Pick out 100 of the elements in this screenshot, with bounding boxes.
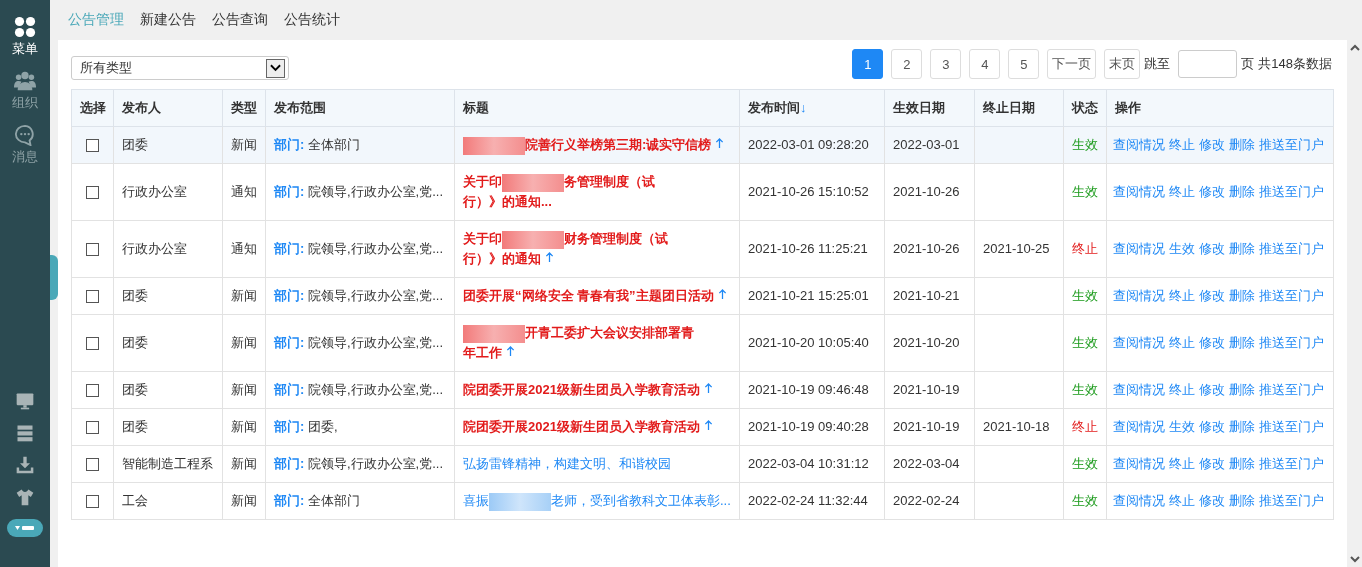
download-icon[interactable] (15, 455, 35, 475)
row-checkbox[interactable] (86, 289, 99, 303)
action-link[interactable]: 查阅情况 (1113, 137, 1165, 152)
action-link[interactable]: 查阅情况 (1113, 456, 1165, 471)
row-checkbox[interactable] (86, 138, 99, 152)
notice-title-link[interactable]: 行）》的通知 (463, 249, 541, 269)
type-select[interactable]: 所有类型 (71, 56, 289, 80)
page-button[interactable]: 2 (891, 49, 923, 79)
notice-title-link[interactable]: 开青工委扩大会议安排部署青 (525, 323, 694, 343)
notice-title-link[interactable]: 关于印 (463, 229, 502, 249)
action-link[interactable]: 修改 (1199, 456, 1225, 471)
action-link[interactable]: 终止 (1169, 493, 1195, 508)
page-button[interactable]: 4 (969, 49, 1001, 79)
tab[interactable]: 新建公告 (140, 11, 196, 29)
action-link[interactable]: 删除 (1229, 288, 1255, 303)
action-link[interactable]: 查阅情况 (1113, 288, 1165, 303)
notice-title-link[interactable]: 关于印 (463, 172, 502, 192)
toggle-pill-icon[interactable] (7, 519, 43, 537)
sidebar-item[interactable]: 消息 (12, 124, 38, 166)
total-count: 共148条数据 (1258, 55, 1332, 73)
action-link[interactable]: 查阅情况 (1113, 241, 1165, 256)
action-link[interactable]: 修改 (1199, 493, 1225, 508)
action-link[interactable]: 推送至门户 (1259, 419, 1324, 434)
publisher-cell: 团委 (122, 419, 148, 434)
action-link[interactable]: 查阅情况 (1113, 184, 1165, 199)
publish-time-cell: 2021-10-19 09:46:48 (748, 382, 869, 397)
page-button[interactable]: 5 (1008, 49, 1040, 79)
sidebar-item[interactable]: 菜单 (12, 16, 38, 58)
notice-title-link[interactable]: 喜振 (463, 491, 489, 511)
action-link[interactable]: 推送至门户 (1259, 493, 1324, 508)
start-date-cell: 2021-10-21 (893, 288, 960, 303)
page-input[interactable] (1178, 50, 1238, 78)
row-checkbox[interactable] (86, 494, 99, 508)
action-link[interactable]: 推送至门户 (1259, 184, 1324, 199)
action-link[interactable]: 修改 (1199, 335, 1225, 350)
action-link[interactable]: 推送至门户 (1259, 335, 1324, 350)
tab[interactable]: 公告查询 (212, 11, 268, 29)
row-checkbox[interactable] (86, 420, 99, 434)
scope-label: 部门: (274, 335, 305, 350)
notice-title-link[interactable]: 老师，受到省教科 (551, 491, 655, 511)
column-header: 生效日期 (893, 100, 945, 115)
caret-icon (270, 64, 281, 72)
scope-cell: 院领导,行政办公室,党... (307, 184, 444, 199)
action-link[interactable]: 终止 (1169, 288, 1195, 303)
shirt-icon[interactable] (15, 487, 35, 507)
monitor-icon[interactable] (15, 391, 35, 411)
notice-title-link[interactable]: 行）》的通知... (463, 192, 552, 212)
row-checkbox[interactable] (86, 336, 99, 350)
row-checkbox[interactable] (86, 457, 99, 471)
action-link[interactable]: 终止 (1169, 335, 1195, 350)
action-link[interactable]: 删除 (1229, 493, 1255, 508)
action-link[interactable]: 删除 (1229, 137, 1255, 152)
action-link[interactable]: 删除 (1229, 419, 1255, 434)
collapse-handle[interactable] (50, 255, 58, 300)
scroll-up-icon[interactable] (1349, 44, 1360, 51)
action-link[interactable]: 推送至门户 (1259, 456, 1324, 471)
action-link[interactable]: 终止 (1169, 137, 1195, 152)
action-link[interactable]: 删除 (1229, 456, 1255, 471)
action-link[interactable]: 修改 (1199, 288, 1225, 303)
action-link[interactable]: 推送至门户 (1259, 241, 1324, 256)
action-link[interactable]: 修改 (1199, 419, 1225, 434)
action-link[interactable]: 修改 (1199, 184, 1225, 199)
action-link[interactable]: 删除 (1229, 335, 1255, 350)
notice-title-link[interactable]: 年工作 (463, 343, 502, 363)
row-checkbox[interactable] (86, 383, 99, 397)
action-link[interactable]: 修改 (1199, 241, 1225, 256)
last-page-button[interactable]: 末页 (1104, 49, 1141, 79)
action-link[interactable]: 查阅情况 (1113, 419, 1165, 434)
next-page-button[interactable]: 下一页 (1047, 49, 1097, 79)
sidebar-item[interactable]: 组织 (12, 70, 38, 112)
page-button[interactable]: 3 (930, 49, 962, 79)
notice-title-link[interactable]: 财务管理制度（试 (564, 229, 668, 249)
action-link[interactable]: 修改 (1199, 137, 1225, 152)
action-link[interactable]: 修改 (1199, 382, 1225, 397)
action-link[interactable]: 生效 (1169, 241, 1195, 256)
action-link[interactable]: 删除 (1229, 241, 1255, 256)
action-link[interactable]: 查阅情况 (1113, 335, 1165, 350)
row-checkbox[interactable] (86, 242, 99, 256)
action-link[interactable]: 终止 (1169, 382, 1195, 397)
row-checkbox[interactable] (86, 185, 99, 199)
scope-label: 部门: (274, 419, 305, 434)
page-button[interactable]: 1 (852, 49, 884, 79)
action-link[interactable]: 删除 (1229, 184, 1255, 199)
scope-cell: 院领导,行政办公室,党... (307, 288, 444, 303)
action-link[interactable]: 推送至门户 (1259, 288, 1324, 303)
action-link[interactable]: 生效 (1169, 419, 1195, 434)
action-link[interactable]: 查阅情况 (1113, 493, 1165, 508)
action-link[interactable]: 终止 (1169, 456, 1195, 471)
action-link[interactable]: 推送至门户 (1259, 382, 1324, 397)
status-label: 终止 (1072, 419, 1098, 434)
action-link[interactable]: 删除 (1229, 382, 1255, 397)
notice-title-link[interactable]: 文卫体表彰... (655, 491, 731, 511)
server-icon[interactable] (15, 423, 35, 443)
action-link[interactable]: 推送至门户 (1259, 137, 1324, 152)
notice-title-link[interactable]: 务管理制度（试 (564, 172, 655, 192)
action-link[interactable]: 查阅情况 (1113, 382, 1165, 397)
action-link[interactable]: 终止 (1169, 184, 1195, 199)
scroll-down-icon[interactable] (1349, 556, 1360, 563)
tab[interactable]: 公告管理 (68, 11, 124, 29)
tab[interactable]: 公告统计 (284, 11, 340, 29)
